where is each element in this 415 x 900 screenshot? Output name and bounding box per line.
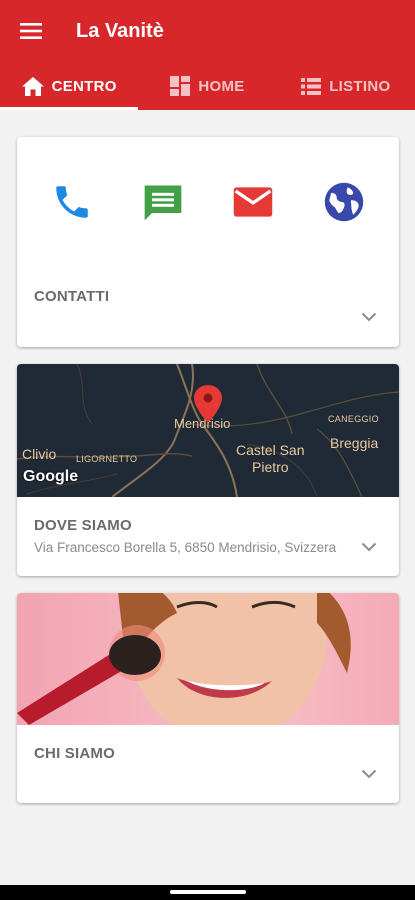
tab-listino[interactable]: LISTINO: [277, 62, 415, 110]
chevron-down-icon[interactable]: [361, 312, 377, 322]
menu-button[interactable]: [0, 0, 62, 62]
tab-listino-label: LISTINO: [329, 77, 391, 95]
globe-icon: [324, 182, 363, 222]
map-label-caneggio: CANEGGIO: [328, 414, 379, 424]
sms-button[interactable]: [141, 180, 185, 224]
app-title: La Vanitè: [76, 19, 164, 42]
map-label-castel: Castel San: [236, 442, 305, 458]
about-card: CHI SIAMO: [17, 593, 399, 803]
hamburger-icon: [20, 23, 42, 39]
location-card: Mendrisio Castel San Pietro Breggia CANE…: [17, 364, 399, 576]
tab-home[interactable]: HOME: [138, 62, 276, 110]
location-address: Via Francesco Borella 5, 6850 Mendrisio,…: [34, 540, 337, 555]
tab-home-label: HOME: [198, 77, 245, 95]
map-label-clivio: Clivio: [22, 446, 57, 462]
list-icon: [301, 77, 322, 95]
map-label-ligornetto: LIGORNETTO: [76, 454, 138, 464]
about-photo: [17, 593, 399, 725]
location-card-title: DOVE SIAMO: [34, 517, 132, 534]
google-logo: Google: [23, 468, 79, 485]
toolbar: La Vanitè: [0, 0, 415, 62]
contact-card: CONTATTI: [17, 137, 399, 347]
contact-card-title: CONTATTI: [34, 288, 110, 305]
dashboard-icon: [170, 76, 191, 96]
chevron-down-icon[interactable]: [361, 542, 377, 552]
website-button[interactable]: [322, 180, 366, 224]
tab-centro[interactable]: CENTRO: [0, 62, 139, 110]
message-icon: [144, 185, 182, 221]
chevron-down-icon[interactable]: [361, 769, 377, 779]
call-button[interactable]: [50, 180, 94, 224]
map-view[interactable]: Mendrisio Castel San Pietro Breggia CANE…: [17, 364, 399, 497]
email-button[interactable]: [231, 180, 275, 224]
home-icon: [21, 76, 44, 96]
phone-icon: [56, 186, 88, 218]
map-label-breggia: Breggia: [330, 435, 379, 451]
home-indicator[interactable]: [170, 890, 246, 894]
woman-makeup-illustration: [17, 593, 351, 725]
tab-bar: CENTRO HOME LISTINO: [0, 62, 415, 110]
map-label-pietro: Pietro: [252, 459, 289, 475]
app-bar: La Vanitè CENTRO HOME LISTINO: [0, 0, 415, 110]
about-card-title: CHI SIAMO: [34, 745, 115, 762]
contact-actions: [17, 180, 399, 224]
mail-icon: [234, 187, 273, 217]
tab-centro-label: CENTRO: [51, 77, 117, 95]
map-pin-icon: [194, 385, 222, 423]
